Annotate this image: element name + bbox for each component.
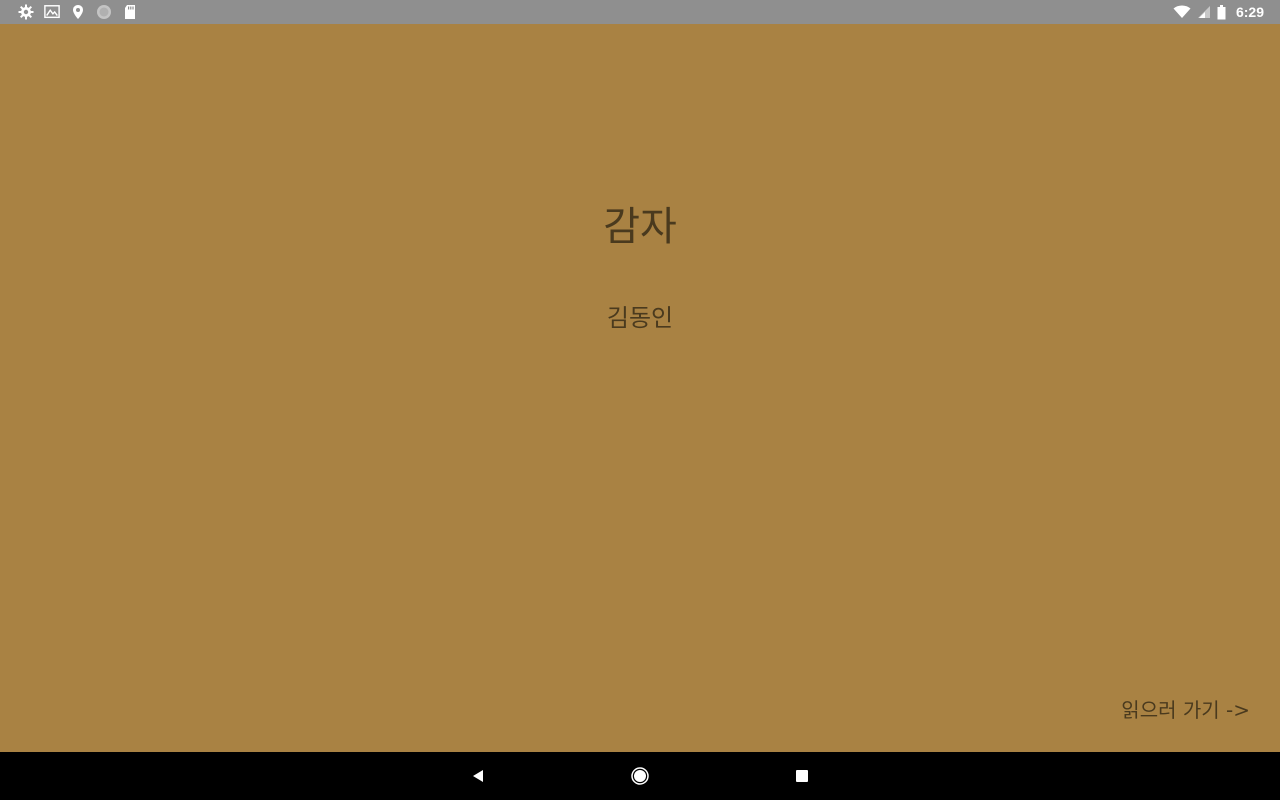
settings-icon [18,4,34,20]
navigation-bar [0,752,1280,800]
wifi-icon [1173,5,1191,19]
home-icon[interactable] [630,766,650,786]
notification-icons [18,3,138,21]
status-bar: 6:29 [0,0,1280,24]
recents-icon[interactable] [792,766,812,786]
sd-card-icon [122,4,138,20]
battery-icon [1217,4,1226,20]
read-button[interactable]: 읽으러 가기 -> [1121,694,1250,723]
back-icon[interactable] [468,766,488,786]
sync-circle-icon [96,4,112,20]
clock: 6:29 [1235,4,1264,20]
location-icon [70,4,86,20]
gallery-icon [44,4,60,20]
book-title: 감자 [603,204,677,250]
book-cover-screen: 감자 김동인 읽으러 가기 -> [0,24,1280,752]
system-status: 6:29 [1173,3,1264,21]
cell-signal-icon [1197,5,1211,19]
book-author: 김동인 [606,304,674,332]
